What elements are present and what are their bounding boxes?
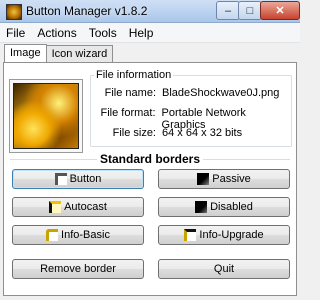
standard-borders-legend: Standard borders [4, 152, 296, 166]
button-border-icon [54, 173, 67, 185]
file-size-label: File size: [112, 127, 156, 139]
file-size-value: 64 x 64 x 32 bits [162, 127, 243, 139]
remove-border-button[interactable]: Remove border [12, 259, 144, 279]
info-basic-border-label: Info-Basic [61, 229, 110, 241]
image-tab-panel: File information File name: BladeShockwa… [3, 62, 297, 296]
disabled-border-label: Disabled [210, 201, 253, 213]
passive-border-button[interactable]: Passive [158, 169, 290, 189]
passive-border-label: Passive [212, 173, 251, 185]
menu-bar: File Actions Tools Help [0, 23, 300, 43]
tab-strip: Image Icon wizard [4, 44, 114, 63]
maximize-icon: □ [246, 4, 254, 17]
file-name-label: File name: [104, 87, 156, 99]
menu-tools[interactable]: Tools [83, 26, 123, 40]
file-name-row: File name: BladeShockwave0J.png [92, 87, 292, 99]
image-preview [13, 83, 79, 149]
menu-actions[interactable]: Actions [31, 26, 82, 40]
minimize-icon: – [224, 4, 232, 17]
quit-button[interactable]: Quit [158, 259, 290, 279]
image-preview-frame [9, 79, 83, 153]
passive-border-icon [197, 173, 210, 185]
tab-icon-wizard[interactable]: Icon wizard [45, 45, 114, 63]
window-title: Button Manager v1.8.2 [26, 4, 148, 18]
info-upgrade-border-icon [184, 229, 197, 241]
file-name-value: BladeShockwave0J.png [162, 87, 280, 99]
disabled-border-icon [195, 201, 208, 213]
info-basic-border-icon [46, 229, 59, 241]
disabled-border-button[interactable]: Disabled [158, 197, 290, 217]
close-button[interactable]: ✕ [260, 1, 300, 20]
button-border-button[interactable]: Button [12, 169, 144, 189]
button-border-label: Button [69, 173, 102, 185]
maximize-button[interactable]: □ [238, 1, 262, 20]
info-upgrade-border-button[interactable]: Info-Upgrade [158, 225, 290, 245]
autocast-border-button[interactable]: Autocast [12, 197, 144, 217]
autocast-border-icon [49, 201, 62, 213]
app-icon [6, 4, 22, 20]
info-basic-border-button[interactable]: Info-Basic [12, 225, 144, 245]
info-upgrade-border-label: Info-Upgrade [199, 229, 264, 241]
file-size-row: File size: 64 x 64 x 32 bits [92, 127, 292, 139]
minimize-button[interactable]: – [216, 1, 240, 20]
tab-image[interactable]: Image [4, 44, 47, 62]
title-bar[interactable]: Button Manager v1.8.2 – □ ✕ [0, 0, 300, 23]
file-information-legend: File information [94, 69, 174, 81]
menu-help[interactable]: Help [123, 26, 160, 40]
menu-file[interactable]: File [0, 26, 31, 40]
autocast-border-label: Autocast [64, 201, 107, 213]
close-icon: ✕ [275, 5, 285, 17]
standard-borders-title: Standard borders [96, 152, 204, 166]
